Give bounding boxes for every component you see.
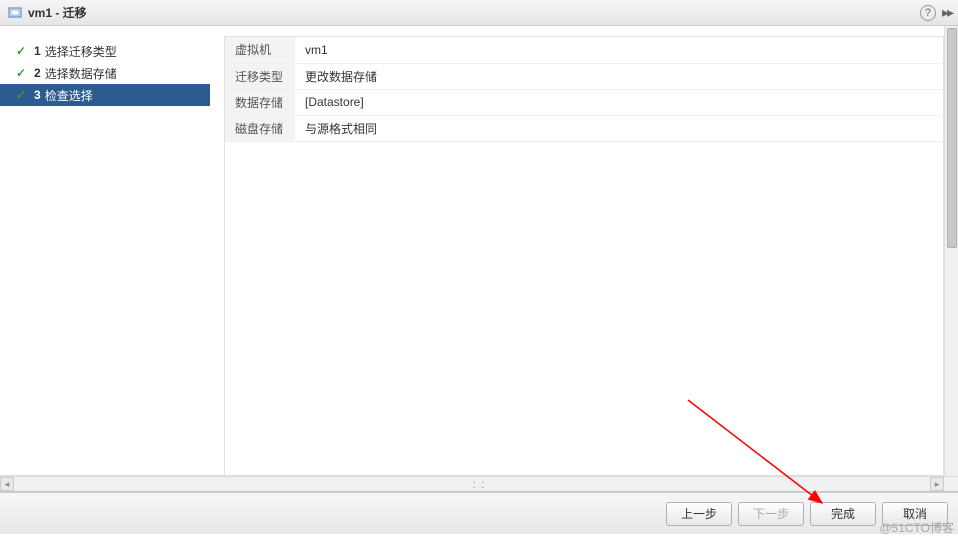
main-area: ✓ 1 选择迁移类型 ✓ 2 选择数据存储 ✓ 3 检查选择 虚拟机 vm1 迁… xyxy=(0,26,958,476)
wizard-sidebar: ✓ 1 选择迁移类型 ✓ 2 选择数据存储 ✓ 3 检查选择 xyxy=(0,26,210,475)
table-row: 数据存储 [Datastore] xyxy=(225,89,943,115)
step-2-datastore[interactable]: ✓ 2 选择数据存储 xyxy=(0,62,210,84)
summary-table: 虚拟机 vm1 迁移类型 更改数据存储 数据存储 [Datastore] 磁盘存… xyxy=(225,37,943,142)
step-num: 3 xyxy=(34,88,41,102)
summary-label: 迁移类型 xyxy=(225,63,295,89)
step-num: 1 xyxy=(34,44,41,58)
vertical-scrollbar[interactable] xyxy=(944,26,958,476)
summary-value: 与源格式相同 xyxy=(295,115,943,141)
summary-label: 虚拟机 xyxy=(225,37,295,63)
scroll-left-icon[interactable]: ◂ xyxy=(0,477,14,491)
step-label: 检查选择 xyxy=(45,87,93,104)
summary-label: 磁盘存储 xyxy=(225,115,295,141)
window-title: vm1 - 迁移 xyxy=(28,4,87,21)
horizontal-scrollbar[interactable]: ◂ : : ▸ xyxy=(0,476,958,492)
step-num: 2 xyxy=(34,66,41,80)
prev-button[interactable]: 上一步 xyxy=(666,502,732,526)
vm-icon xyxy=(8,6,22,20)
step-label: 选择迁移类型 xyxy=(45,43,117,60)
summary-value: [Datastore] xyxy=(295,89,943,115)
summary-label: 数据存储 xyxy=(225,89,295,115)
check-icon: ✓ xyxy=(14,44,28,58)
step-3-review[interactable]: ✓ 3 检查选择 xyxy=(0,84,210,106)
content-panel: 虚拟机 vm1 迁移类型 更改数据存储 数据存储 [Datastore] 磁盘存… xyxy=(210,26,958,475)
check-icon: ✓ xyxy=(14,88,28,102)
finish-button[interactable]: 完成 xyxy=(810,502,876,526)
collapse-icon[interactable]: ▸▸ xyxy=(942,4,952,21)
summary-value: vm1 xyxy=(295,37,943,63)
cancel-button[interactable]: 取消 xyxy=(882,502,948,526)
table-row: 迁移类型 更改数据存储 xyxy=(225,63,943,89)
scroll-right-icon[interactable]: ▸ xyxy=(930,477,944,491)
table-row: 磁盘存储 与源格式相同 xyxy=(225,115,943,141)
check-icon: ✓ xyxy=(14,66,28,80)
next-button: 下一步 xyxy=(738,502,804,526)
wizard-footer: 上一步 下一步 完成 取消 xyxy=(0,492,958,534)
help-icon[interactable]: ? xyxy=(920,5,936,21)
table-row: 虚拟机 vm1 xyxy=(225,37,943,63)
titlebar: vm1 - 迁移 ? ▸▸ xyxy=(0,0,958,26)
scrollbar-thumb[interactable] xyxy=(947,28,957,248)
summary-value: 更改数据存储 xyxy=(295,63,943,89)
resize-grip-icon[interactable]: : : xyxy=(472,477,485,491)
step-label: 选择数据存储 xyxy=(45,65,117,82)
step-1-migration-type[interactable]: ✓ 1 选择迁移类型 xyxy=(0,40,210,62)
